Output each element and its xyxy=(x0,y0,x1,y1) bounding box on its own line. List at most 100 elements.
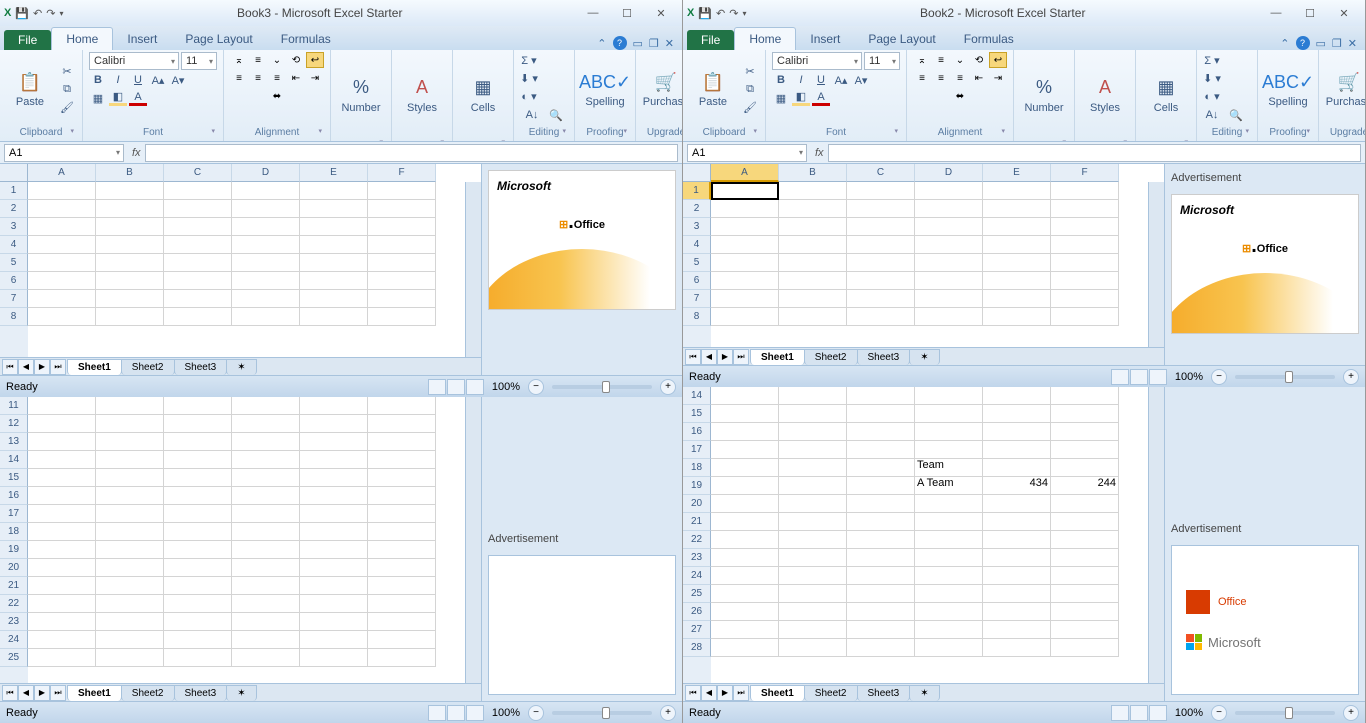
cells-button[interactable]: ▦Cells xyxy=(1142,62,1190,128)
format-painter-icon[interactable]: 🖌 xyxy=(741,99,759,115)
fill-color-icon[interactable]: ◧ xyxy=(109,90,127,106)
merge-center-icon[interactable]: ⬌ xyxy=(247,88,307,104)
purchase-button[interactable]: 🛒Purchase xyxy=(1325,56,1365,122)
sheet-prev-icon[interactable]: ◀ xyxy=(18,359,34,375)
window-min-icon[interactable]: ▭ xyxy=(633,37,643,50)
spelling-button[interactable]: ABC✓Spelling xyxy=(581,56,629,122)
save-icon[interactable]: 💾 xyxy=(15,7,29,20)
office-ad[interactable]: Microsoft ⊞.Office xyxy=(1171,194,1359,334)
col-D[interactable]: D xyxy=(232,164,300,182)
ribbon-min-icon[interactable]: ⌃ xyxy=(597,37,606,50)
name-box[interactable]: A1 xyxy=(4,144,124,162)
close-button[interactable]: ✕ xyxy=(1327,3,1361,23)
zoom-in-button[interactable]: + xyxy=(660,379,676,395)
border-icon[interactable]: ▦ xyxy=(772,90,790,106)
sheet-last-icon[interactable]: ⏭ xyxy=(50,359,66,375)
new-sheet-icon[interactable]: ✶ xyxy=(226,359,256,375)
minimize-button[interactable]: — xyxy=(576,3,610,23)
bold-button[interactable]: B xyxy=(772,72,790,88)
wrap-text-icon[interactable]: ↩ xyxy=(306,52,324,68)
find-icon[interactable]: 🔍 xyxy=(547,107,565,123)
vscroll[interactable] xyxy=(1148,387,1164,683)
sheet-tab-2[interactable]: Sheet2 xyxy=(121,359,175,375)
window-close-icon[interactable]: ✕ xyxy=(1348,37,1357,50)
align-right-icon[interactable]: ≡ xyxy=(268,70,286,86)
format-painter-icon[interactable]: 🖌 xyxy=(58,99,76,115)
col-A[interactable]: A xyxy=(28,164,96,182)
fill-icon[interactable]: ⬇ ▾ xyxy=(1203,70,1221,86)
autosum-icon[interactable]: Σ ▾ xyxy=(520,52,538,68)
vscroll[interactable] xyxy=(465,397,481,683)
font-name-combo[interactable]: Calibri xyxy=(89,52,179,70)
paste-button[interactable]: 📋Paste xyxy=(689,56,737,122)
font-name-combo[interactable]: Calibri xyxy=(772,52,862,70)
select-all-corner[interactable] xyxy=(0,164,28,182)
orientation-icon[interactable]: ⟲ xyxy=(970,52,988,68)
paste-button[interactable]: 📋 Paste xyxy=(6,56,54,122)
merge-center-icon[interactable]: ⬌ xyxy=(930,88,990,104)
clear-icon[interactable]: ◐ ▾ xyxy=(1203,88,1221,104)
indent-dec-icon[interactable]: ⇤ xyxy=(287,70,305,86)
view-break-icon[interactable] xyxy=(466,379,484,395)
wrap-text-icon[interactable]: ↩ xyxy=(989,52,1007,68)
sheet-tab-1[interactable]: Sheet1 xyxy=(67,359,122,375)
tab-formulas[interactable]: Formulas xyxy=(267,28,345,50)
cell-E19[interactable]: 434 xyxy=(983,477,1051,495)
autosum-icon[interactable]: Σ ▾ xyxy=(1203,52,1221,68)
window-close-icon[interactable]: ✕ xyxy=(665,37,674,50)
clear-icon[interactable]: ◐ ▾ xyxy=(520,88,538,104)
redo-icon[interactable]: ↷ xyxy=(729,7,738,20)
align-bottom-icon[interactable]: ⌄ xyxy=(268,52,286,68)
tab-home[interactable]: Home xyxy=(734,27,796,50)
number-button[interactable]: %Number xyxy=(337,62,385,128)
vscroll[interactable] xyxy=(1148,182,1164,347)
tab-home[interactable]: Home xyxy=(51,27,113,50)
ad-placeholder[interactable] xyxy=(488,555,676,695)
redo-icon[interactable]: ↷ xyxy=(46,7,55,20)
sheet-next-icon[interactable]: ▶ xyxy=(34,359,50,375)
align-center-icon[interactable]: ≡ xyxy=(249,70,267,86)
find-icon[interactable]: 🔍 xyxy=(1227,107,1245,123)
formula-input[interactable] xyxy=(828,144,1361,162)
window-restore-icon[interactable]: ❐ xyxy=(1332,37,1342,50)
cell-F19[interactable]: 244 xyxy=(1051,477,1119,495)
align-left-icon[interactable]: ≡ xyxy=(230,70,248,86)
col-E[interactable]: E xyxy=(300,164,368,182)
indent-inc-icon[interactable]: ⇥ xyxy=(306,70,324,86)
italic-button[interactable]: I xyxy=(792,72,810,88)
cut-icon[interactable]: ✂ xyxy=(741,63,759,79)
cell-A1-selected[interactable] xyxy=(711,182,779,200)
tab-file[interactable]: File xyxy=(4,30,51,50)
font-size-combo[interactable]: 11 xyxy=(181,52,217,70)
minimize-button[interactable]: — xyxy=(1259,3,1293,23)
view-layout-icon[interactable] xyxy=(447,379,465,395)
shrink-font-icon[interactable]: A▾ xyxy=(169,72,187,88)
tab-file[interactable]: File xyxy=(687,30,734,50)
font-color-icon[interactable]: A xyxy=(129,90,147,106)
col-B[interactable]: B xyxy=(779,164,847,182)
maximize-button[interactable]: ☐ xyxy=(610,3,644,23)
align-middle-icon[interactable]: ≡ xyxy=(249,52,267,68)
office-ad-red[interactable]: Office Microsoft xyxy=(1171,545,1359,695)
sort-icon[interactable]: A↓ xyxy=(523,107,541,123)
help-icon[interactable]: ? xyxy=(1296,36,1310,50)
grow-font-icon[interactable]: A▴ xyxy=(832,72,850,88)
window-min-icon[interactable]: ▭ xyxy=(1316,37,1326,50)
orientation-icon[interactable]: ⟲ xyxy=(287,52,305,68)
zoom-out-button[interactable]: − xyxy=(528,379,544,395)
shrink-font-icon[interactable]: A▾ xyxy=(852,72,870,88)
font-color-icon[interactable]: A xyxy=(812,90,830,106)
font-size-combo[interactable]: 11 xyxy=(864,52,900,70)
col-D[interactable]: D xyxy=(915,164,983,182)
col-F[interactable]: F xyxy=(1051,164,1119,182)
italic-button[interactable]: I xyxy=(109,72,127,88)
cell-A1[interactable] xyxy=(28,182,96,200)
styles-button[interactable]: AStyles xyxy=(398,62,446,128)
maximize-button[interactable]: ☐ xyxy=(1293,3,1327,23)
formula-input[interactable] xyxy=(145,144,678,162)
tab-page-layout[interactable]: Page Layout xyxy=(171,28,266,50)
tab-formulas[interactable]: Formulas xyxy=(950,28,1028,50)
purchase-button[interactable]: 🛒Purchase xyxy=(642,56,682,122)
cut-icon[interactable]: ✂ xyxy=(58,63,76,79)
underline-button[interactable]: U xyxy=(812,72,830,88)
